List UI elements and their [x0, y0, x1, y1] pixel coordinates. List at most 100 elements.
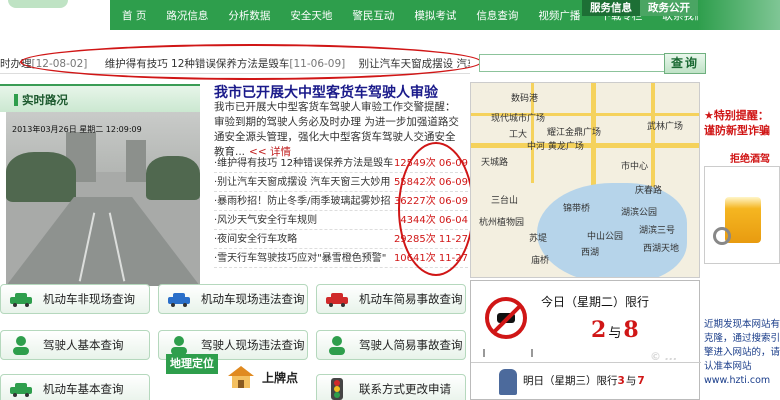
city-map[interactable]: 数码港 现代城市广场 工大 耀江金鼎广场 武林广场 中河 黄龙广场 天城路 市中…: [470, 82, 700, 278]
news-item[interactable]: ·风沙天气安全行车规则 4344次 06-04: [214, 211, 468, 230]
map-label: 庆春路: [635, 186, 663, 196]
query-label: 联系方式更改申请: [359, 382, 451, 396]
map-label: 耀江金鼎广场: [547, 128, 602, 138]
plate-registration-link[interactable]: 上牌点: [226, 364, 298, 390]
news-title: ·雪天行车驾驶技巧应对"暴雪橙色预警": [214, 253, 387, 264]
camera-timestamp: 2013年03月26日 星期二 12:09:09: [12, 125, 142, 134]
headline-summary: 我市已开展大中型客货车驾驶人审验工作交警提醒：审验到期的驾驶人务必及时办理 为进…: [214, 100, 464, 160]
tab-service-info[interactable]: 服务信息: [582, 0, 640, 16]
drunk-driving-banner[interactable]: [704, 166, 780, 264]
query-driver-basic-button[interactable]: 驾驶人基本查询: [0, 330, 150, 360]
query-label: 机动车非现场查询: [43, 292, 135, 306]
today-restriction-numbers: 2 与8: [591, 317, 639, 343]
map-label: 湖滨公园: [621, 208, 658, 218]
nav-home[interactable]: 首 页: [112, 8, 156, 23]
map-label: 杭州植物园: [479, 218, 525, 228]
headline-title[interactable]: 我市已开展大中型客货车驾驶人审验: [214, 82, 438, 102]
alert-title: ★特别提醒：: [704, 109, 769, 122]
map-label: 工大: [509, 130, 528, 140]
map-label: 中河 黄龙广场: [527, 142, 584, 152]
traffic-camera-image[interactable]: 2013年03月26日 星期二 12:09:09: [6, 112, 200, 286]
map-label: 天城路: [481, 158, 509, 168]
query-label: 驾驶人简易事故查询: [359, 338, 463, 352]
and-label: 与: [625, 375, 637, 387]
tomorrow-number-b: 7: [637, 375, 645, 387]
news-title: ·别让汽车天窗成摆设 汽车天窗三大妙用: [214, 177, 391, 188]
news-title: ·暴雨秒招！防止冬季/雨季玻璃起雾妙招: [214, 196, 391, 207]
map-label: 湖滨三号: [639, 226, 676, 236]
news-item[interactable]: ·维护得有技巧 12种错误保养方法是毁车 12549次 06-09: [214, 154, 468, 173]
alert-subtitle: 谨防新型诈骗: [704, 124, 770, 137]
ticker-text: 时办理: [0, 58, 32, 70]
realtime-traffic-title: 实时路况: [14, 92, 68, 108]
news-item[interactable]: ·夜间安全行车攻略 29285次 11-27: [214, 230, 468, 249]
map-label: 苏堤: [529, 234, 548, 244]
site-url: www.hzti.com: [704, 375, 771, 386]
nav-road-info[interactable]: 路况信息: [156, 8, 218, 23]
query-driver-accident-button[interactable]: 驾驶人简易事故查询: [316, 330, 466, 360]
nav-interaction[interactable]: 警民互动: [342, 8, 404, 23]
ticker-item[interactable]: 时办理[12-08-02]: [0, 58, 87, 70]
query-vehicle-offsite-button[interactable]: 机动车非现场查询: [0, 284, 150, 314]
news-item[interactable]: ·暴雨秒招！防止冬季/雨季玻璃起雾妙招 36227次 06-09: [214, 192, 468, 211]
today-number-a: 2: [591, 317, 607, 343]
query-label: 驾驶人现场违法查询: [201, 338, 305, 352]
camera-building: [126, 140, 146, 182]
handcuff-icon: [713, 227, 731, 245]
ticker-item[interactable]: 别让汽车天窗成摆设 汽车天窗三大妙: [359, 58, 470, 70]
nav-analysis[interactable]: 分析数据: [218, 8, 280, 23]
query-vehicle-onsite-button[interactable]: 机动车现场违法查询: [158, 284, 308, 314]
car-icon: [7, 378, 35, 400]
service-tabs: 服务信息 政务公开: [582, 0, 698, 16]
ticker-text: 别让汽车天窗成摆设 汽车天窗三大妙: [358, 58, 470, 70]
tab-gov-affairs[interactable]: 政务公开: [640, 0, 698, 16]
search-button[interactable]: 查询: [664, 53, 706, 74]
query-label: 机动车现场违法查询: [201, 292, 305, 306]
top-nav-bar: 首 页 路况信息 分析数据 安全天地 警民互动 模拟考试 信息查询 视频广播 下…: [0, 0, 780, 30]
sign-pole: [483, 349, 533, 357]
blue-car-icon: [165, 288, 193, 310]
camera-tree: [146, 156, 200, 200]
contact-change-request-button[interactable]: 联系方式更改申请: [316, 374, 466, 400]
traffic-restriction-panel: 今日（星期二）限行 2 与8 明日（星期三）限行3与7: [470, 280, 701, 400]
special-alert[interactable]: ★特别提醒： 谨防新型诈骗: [704, 108, 770, 138]
query-label: 机动车简易事故查询: [359, 292, 463, 306]
tomorrow-restriction: 明日（星期三）限行3与7: [523, 373, 645, 388]
news-item[interactable]: ·雪天行车驾驶技巧应对"暴雪橙色预警" 10641次 11-27: [214, 249, 468, 268]
clone-site-notice[interactable]: 近期发现本网站有克隆，通过搜索引擎进入网站的，请认准本网站 www.hzti.c…: [704, 318, 780, 388]
map-label: 市中心: [621, 162, 649, 172]
ticker-text: 维护得有技巧 12种错误保养方法是毁车: [104, 58, 290, 70]
today-number-b: 8: [623, 317, 639, 343]
query-vehicle-accident-button[interactable]: 机动车简易事故查询: [316, 284, 466, 314]
traffic-police-icon: [499, 369, 517, 395]
query-vehicle-basic-button[interactable]: 机动车基本查询: [0, 374, 150, 400]
news-item[interactable]: ·别让汽车天窗成摆设 汽车天窗三大妙用 55842次 06-09: [214, 173, 468, 192]
nav-safety[interactable]: 安全天地: [280, 8, 342, 23]
realtime-traffic-header: 实时路况: [0, 84, 200, 112]
notice-text: 近期发现本网站有克隆，通过搜索引擎进入网站的，请认准本网站: [704, 319, 780, 372]
query-label: 驾驶人基本查询: [43, 338, 124, 352]
news-title: ·夜间安全行车攻略: [214, 234, 298, 245]
news-count: 12549次 06-09: [393, 158, 468, 169]
map-label: 西湖天地: [643, 244, 680, 254]
nav-info-query[interactable]: 信息查询: [466, 8, 528, 23]
watermark: © ...: [650, 350, 678, 363]
traffic-light-icon: [323, 378, 351, 400]
nav-mock-exam[interactable]: 模拟考试: [404, 8, 466, 23]
header-decoration: [698, 0, 780, 30]
map-label: 西湖: [581, 248, 600, 258]
news-list: ·维护得有技巧 12种错误保养方法是毁车 12549次 06-09 ·别让汽车天窗…: [214, 154, 468, 268]
news-title: ·维护得有技巧 12种错误保养方法是毁车: [214, 158, 394, 169]
camera-tree: [6, 152, 76, 202]
map-label: 数码港: [511, 94, 539, 104]
news-title: ·风沙天气安全行车规则: [214, 215, 318, 226]
tomorrow-number-a: 3: [617, 375, 625, 387]
map-label: 现代城市广场: [491, 114, 546, 124]
person-icon: [165, 334, 193, 356]
ticker-item[interactable]: 维护得有技巧 12种错误保养方法是毁车[11-06-09]: [105, 58, 346, 70]
news-count: 10641次 11-27: [393, 253, 468, 264]
map-label: 三台山: [491, 196, 519, 206]
house-icon: [228, 366, 254, 388]
geo-location-button[interactable]: 地理定位: [166, 354, 218, 374]
camera-road: [6, 197, 200, 286]
